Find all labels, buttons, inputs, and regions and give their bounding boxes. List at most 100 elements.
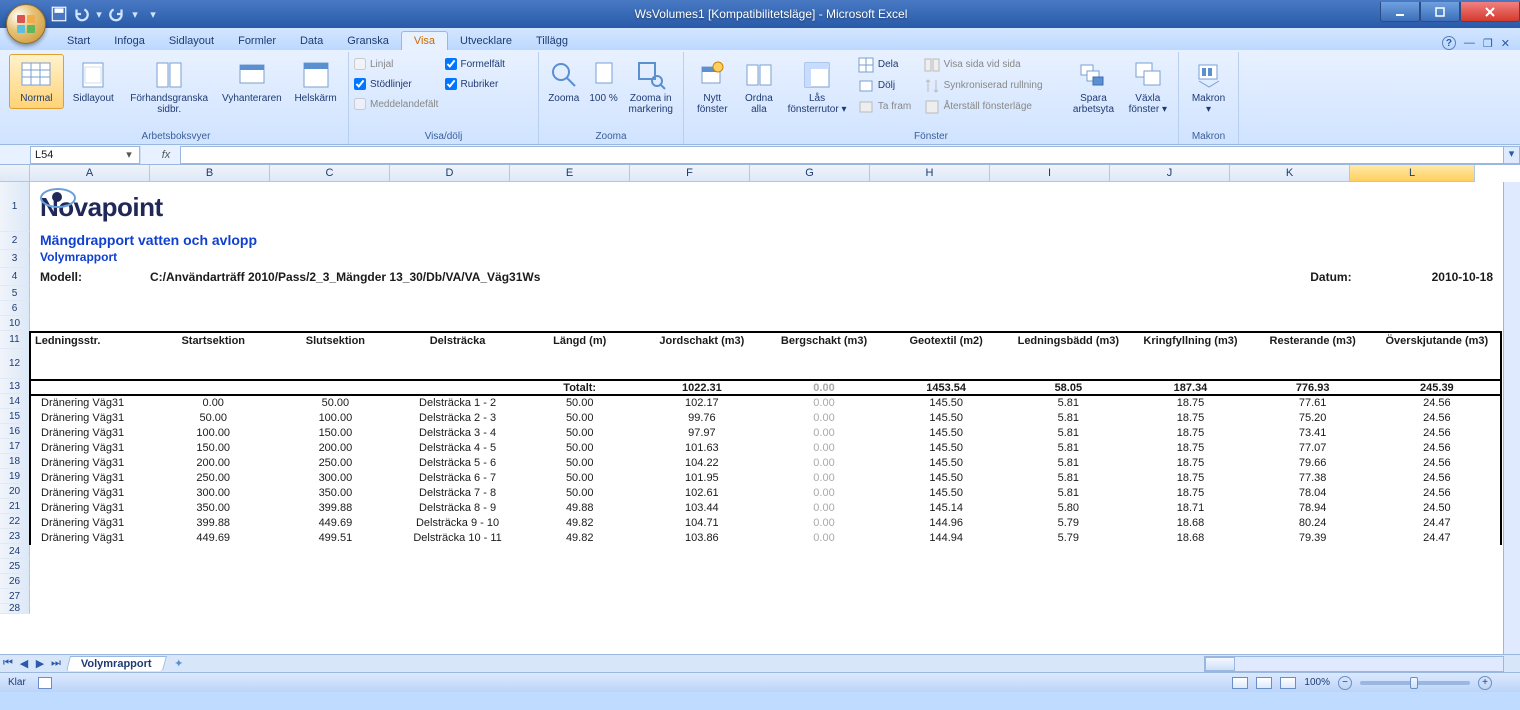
row-header[interactable]: 23 [0, 529, 30, 544]
sync-scroll-button[interactable]: Synkroniserad rullning [920, 75, 1065, 96]
hide-button[interactable]: Dölj [854, 75, 918, 96]
column-header[interactable]: C [270, 165, 390, 182]
zoom-button[interactable]: Zooma [544, 54, 584, 109]
tab-sidlayout[interactable]: Sidlayout [157, 32, 226, 50]
switch-windows-button[interactable]: Växla fönster ▾ [1123, 54, 1173, 120]
row-header[interactable]: 26 [0, 574, 30, 589]
formula-input[interactable] [180, 146, 1503, 164]
expand-formula-icon[interactable]: ▾ [1503, 146, 1520, 164]
row-header[interactable]: 28 [0, 604, 30, 614]
zoom-in-button[interactable]: + [1478, 676, 1492, 690]
new-sheet-icon[interactable]: ✦ [169, 657, 189, 670]
macros-button[interactable]: Makron▾ [1184, 54, 1233, 120]
column-header[interactable]: L [1350, 165, 1475, 182]
close-doc-icon[interactable]: ✕ [1501, 37, 1510, 50]
dropdown-icon[interactable]: ▾ [123, 148, 135, 161]
arrange-all-button[interactable]: Ordna alla [738, 54, 781, 120]
column-header[interactable]: F [630, 165, 750, 182]
horizontal-scrollbar[interactable] [1204, 656, 1504, 672]
tab-tillagg[interactable]: Tillägg [524, 32, 580, 50]
dropdown-icon[interactable]: ▾ [94, 5, 104, 23]
fullscreen-button[interactable]: Helskärm [288, 54, 343, 109]
row-header[interactable]: 3 [0, 250, 30, 268]
select-all-button[interactable] [0, 165, 30, 182]
column-header[interactable]: E [510, 165, 630, 182]
macro-record-icon[interactable] [38, 677, 52, 689]
next-sheet-icon[interactable]: ▶ [32, 656, 48, 672]
page-layout-button[interactable]: Sidlayout [66, 54, 121, 109]
formulabar-checkbox[interactable]: Formelfält [445, 54, 534, 74]
row-header[interactable]: 17 [0, 439, 30, 454]
row-header[interactable]: 6 [0, 301, 30, 316]
tab-start[interactable]: Start [55, 32, 102, 50]
row-header[interactable]: 22 [0, 514, 30, 529]
row-header[interactable]: 2 [0, 232, 30, 250]
column-header[interactable]: B [150, 165, 270, 182]
ruler-checkbox[interactable]: Linjal [354, 54, 443, 74]
vertical-scrollbar[interactable] [1503, 182, 1520, 654]
tab-granska[interactable]: Granska [335, 32, 401, 50]
save-workspace-button[interactable]: Spara arbetsyta [1066, 54, 1120, 120]
column-header[interactable]: A [30, 165, 150, 182]
row-header[interactable]: 15 [0, 409, 30, 424]
dropdown-icon[interactable]: ▾ [130, 5, 140, 23]
row-header[interactable]: 18 [0, 454, 30, 469]
new-window-button[interactable]: Nytt fönster [689, 54, 736, 120]
column-header[interactable]: D [390, 165, 510, 182]
first-sheet-icon[interactable]: ⏮ [0, 656, 16, 672]
tab-utvecklare[interactable]: Utvecklare [448, 32, 524, 50]
freeze-panes-button[interactable]: Lås fönsterrutor ▾ [782, 54, 852, 120]
qat-customize-icon[interactable]: ▾ [144, 5, 162, 23]
row-header[interactable]: 19 [0, 469, 30, 484]
row-header[interactable]: 12 [0, 349, 30, 379]
sheet-tab[interactable]: Volymrapport [66, 656, 167, 671]
headings-checkbox[interactable]: Rubriker [445, 74, 534, 94]
page-break-preview-button[interactable]: Förhandsgranska sidbr. [123, 54, 216, 120]
save-icon[interactable] [50, 5, 68, 23]
row-header[interactable]: 1 [0, 182, 30, 232]
office-button[interactable] [6, 4, 46, 44]
row-header[interactable]: 14 [0, 394, 30, 409]
tab-infoga[interactable]: Infoga [102, 32, 157, 50]
split-button[interactable]: Dela [854, 54, 918, 75]
row-header[interactable]: 10 [0, 316, 30, 331]
row-header[interactable]: 24 [0, 544, 30, 559]
zoom-100-button[interactable]: 100 % [586, 54, 622, 109]
row-header[interactable]: 11 [0, 331, 30, 349]
column-header[interactable]: G [750, 165, 870, 182]
column-header[interactable]: K [1230, 165, 1350, 182]
view-normal-icon[interactable] [1232, 677, 1248, 689]
fx-icon[interactable]: fx [156, 149, 176, 161]
row-header[interactable]: 27 [0, 589, 30, 604]
row-header[interactable]: 4 [0, 268, 30, 286]
restore-window-icon[interactable]: ❐ [1483, 37, 1493, 50]
row-header[interactable]: 21 [0, 499, 30, 514]
column-header[interactable]: H [870, 165, 990, 182]
view-layout-icon[interactable] [1256, 677, 1272, 689]
close-button[interactable] [1460, 2, 1520, 22]
view-break-icon[interactable] [1280, 677, 1296, 689]
minimize-button[interactable] [1380, 2, 1420, 22]
zoom-slider[interactable] [1360, 681, 1470, 685]
zoom-selection-button[interactable]: Zooma in markering [624, 54, 678, 120]
custom-views-button[interactable]: Vyhanteraren [218, 54, 287, 109]
column-header[interactable]: J [1110, 165, 1230, 182]
help-icon[interactable]: ? [1442, 36, 1456, 50]
zoom-out-button[interactable]: − [1338, 676, 1352, 690]
gridlines-checkbox[interactable]: Stödlinjer [354, 74, 443, 94]
tab-formler[interactable]: Formler [226, 32, 288, 50]
maximize-button[interactable] [1420, 2, 1460, 22]
prev-sheet-icon[interactable]: ◀ [16, 656, 32, 672]
last-sheet-icon[interactable]: ⏭ [48, 656, 64, 672]
side-by-side-button[interactable]: Visa sida vid sida [920, 54, 1065, 75]
row-header[interactable]: 16 [0, 424, 30, 439]
normal-view-button[interactable]: Normal [9, 54, 64, 109]
row-header[interactable]: 20 [0, 484, 30, 499]
redo-icon[interactable] [108, 5, 126, 23]
msgbar-checkbox[interactable]: Meddelandefält [354, 94, 443, 114]
reset-winpos-button[interactable]: Återställ fönsterläge [920, 96, 1065, 117]
undo-icon[interactable] [72, 5, 90, 23]
row-header[interactable]: 25 [0, 559, 30, 574]
tab-data[interactable]: Data [288, 32, 335, 50]
tab-visa[interactable]: Visa [401, 31, 448, 50]
